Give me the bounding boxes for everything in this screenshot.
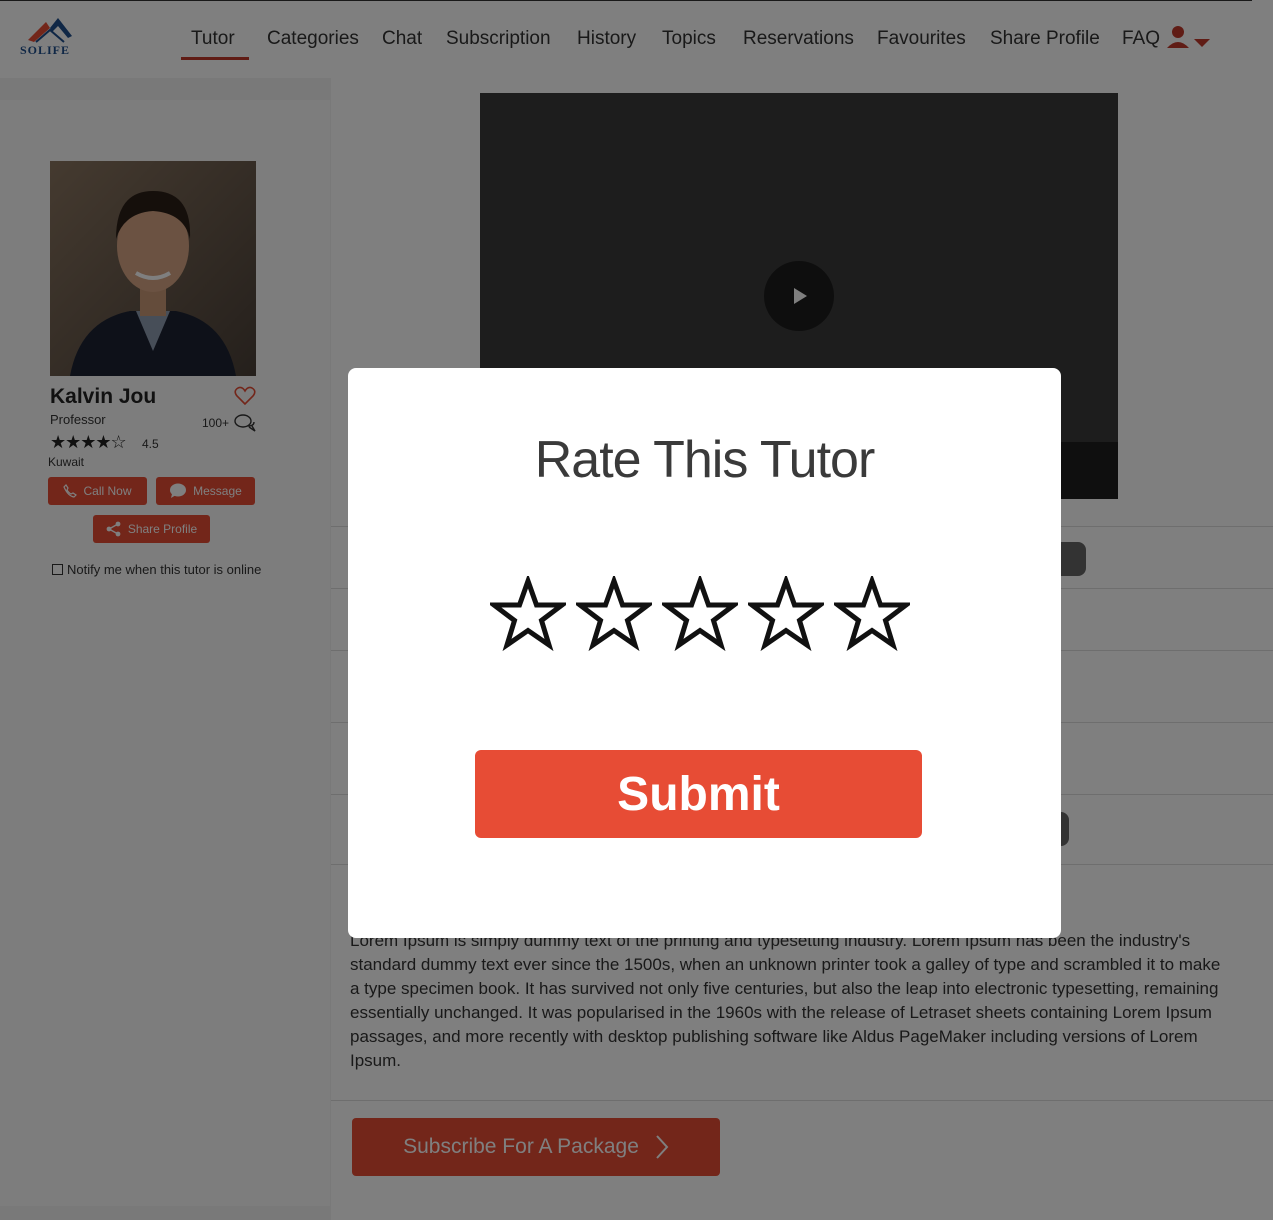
submit-rating-button[interactable]: Submit [475, 750, 922, 838]
modal-title: Rate This Tutor [534, 431, 876, 489]
rating-star-1-icon[interactable] [490, 576, 566, 652]
star-rating-input [490, 576, 910, 652]
rating-star-2-icon[interactable] [576, 576, 652, 652]
rating-star-4-icon[interactable] [748, 576, 824, 652]
rating-star-5-icon[interactable] [834, 576, 910, 652]
rating-star-3-icon[interactable] [662, 576, 738, 652]
rate-tutor-modal: Rate This Tutor Submit [348, 368, 1061, 938]
